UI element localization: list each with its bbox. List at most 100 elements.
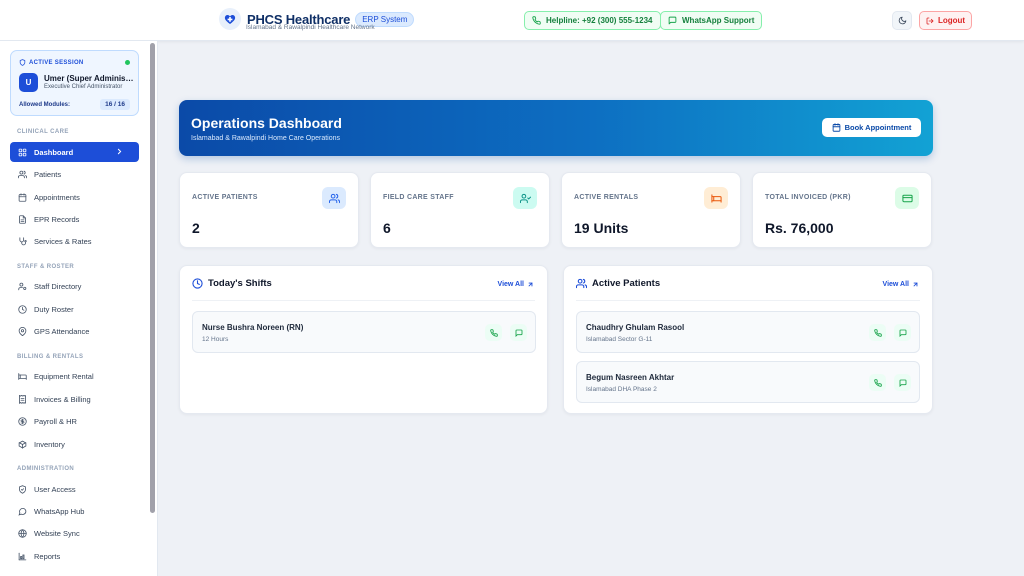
- stat-value: 19 Units: [574, 220, 629, 236]
- stat-label: ACTIVE PATIENTS: [192, 194, 258, 201]
- message-button[interactable]: [894, 374, 911, 391]
- user-check-icon: [513, 187, 537, 209]
- shield-icon: [19, 59, 26, 66]
- users-icon: [322, 187, 346, 209]
- grid-icon: [18, 148, 27, 156]
- patient-row[interactable]: Chaudhry Ghulam Rasool Islamabad Sector …: [576, 311, 920, 353]
- call-button[interactable]: [485, 324, 502, 341]
- phone-icon: [489, 328, 498, 337]
- theme-toggle-button[interactable]: [892, 11, 912, 30]
- patient-name: Chaudhry Ghulam Rasool: [586, 323, 685, 332]
- section-label-staff-roster: STAFF & ROSTER: [17, 264, 75, 270]
- sidebar-item-equipment-rental[interactable]: Equipment Rental: [10, 366, 139, 386]
- file-icon: [19, 214, 26, 224]
- sidebar-item-duty-roster[interactable]: Duty Roster: [10, 299, 139, 319]
- moon-icon: [898, 16, 906, 25]
- panel-title: Active Patients: [592, 278, 661, 289]
- view-all-label: View All: [497, 281, 524, 288]
- panel-title: Today's Shifts: [208, 278, 272, 289]
- arrow-up-right-icon: [913, 282, 918, 287]
- shift-duration: 12 Hours: [202, 336, 229, 343]
- book-appointment-button[interactable]: Book Appointment: [822, 118, 921, 137]
- helpline-button[interactable]: Helpline: +92 (300) 555-1234: [524, 11, 661, 30]
- sidebar-item-label: Equipment Rental: [34, 371, 94, 381]
- arrow-up-right-icon: [528, 282, 533, 287]
- box-icon: [18, 440, 27, 449]
- chat-icon: [668, 16, 677, 25]
- users-icon: [576, 278, 587, 289]
- stat-card-active-rentals[interactable]: ACTIVE RENTALS 19 Units: [561, 172, 741, 248]
- call-button[interactable]: [869, 374, 886, 391]
- top-bar: PHCS Healthcare ERP System Islamabad & R…: [0, 0, 1024, 41]
- allowed-modules-count: 16 / 16: [100, 99, 130, 110]
- chat-icon: [515, 329, 522, 337]
- sidebar-item-label: Services & Rates: [34, 236, 92, 246]
- dollar-icon: [18, 416, 27, 426]
- sidebar-item-whatsapp-hub[interactable]: WhatsApp Hub: [10, 501, 139, 521]
- bed-icon: [704, 187, 728, 209]
- helpline-label: Helpline: +92 (300) 555-1234: [546, 16, 653, 25]
- receipt-icon: [19, 394, 26, 404]
- session-user-role: Executive Chief Administrator: [44, 84, 123, 90]
- sidebar-item-epr-records[interactable]: EPR Records: [10, 209, 139, 229]
- sidebar-item-appointments[interactable]: Appointments: [10, 187, 139, 207]
- active-session-card: ACTIVE SESSION U Umer (Super Administrat…: [10, 50, 139, 116]
- patient-row[interactable]: Begum Nasreen Akhtar Islamabad DHA Phase…: [576, 361, 920, 403]
- medical-logo-icon: [219, 8, 241, 30]
- shifts-view-all-link[interactable]: View All: [498, 281, 534, 288]
- phone-icon: [532, 16, 541, 25]
- message-button[interactable]: [510, 324, 527, 341]
- online-status-dot: [125, 60, 130, 65]
- stat-card-field-care-staff[interactable]: FIELD CARE STAFF 6: [370, 172, 550, 248]
- shift-staff-name: Nurse Bushra Noreen (RN): [202, 323, 304, 332]
- sidebar-item-inventory[interactable]: Inventory: [10, 434, 139, 454]
- session-tag-label: ACTIVE SESSION: [29, 59, 84, 66]
- divider: [192, 300, 535, 301]
- sidebar-item-staff-directory[interactable]: Staff Directory: [10, 276, 139, 296]
- sidebar-item-label: User Access: [34, 484, 76, 494]
- sidebar-item-payroll-hr[interactable]: Payroll & HR: [10, 411, 139, 431]
- chevron-right-icon: [117, 148, 122, 155]
- whatsapp-label: WhatsApp Support: [682, 16, 755, 25]
- sidebar-item-website-sync[interactable]: Website Sync: [10, 523, 139, 543]
- sidebar-item-label: WhatsApp Hub: [34, 506, 85, 516]
- sidebar-item-gps-attendance[interactable]: GPS Attendance: [10, 321, 139, 341]
- sidebar-item-label: Appointments: [34, 192, 80, 202]
- sidebar-item-label: Website Sync: [34, 528, 80, 538]
- chat-icon: [899, 379, 906, 387]
- stat-value: 6: [383, 220, 391, 236]
- phone-icon: [873, 378, 882, 387]
- page-title: Operations Dashboard: [191, 115, 342, 131]
- phone-icon: [873, 328, 882, 337]
- chat-icon: [18, 507, 27, 516]
- sidebar-item-dashboard[interactable]: Dashboard: [10, 142, 139, 162]
- sidebar-item-label: EPR Records: [34, 214, 80, 224]
- operations-hero-banner: Operations Dashboard Islamabad & Rawalpi…: [179, 100, 933, 156]
- stat-card-active-patients[interactable]: ACTIVE PATIENTS 2: [179, 172, 359, 248]
- message-button[interactable]: [894, 324, 911, 341]
- shift-row[interactable]: Nurse Bushra Noreen (RN) 12 Hours: [192, 311, 536, 353]
- sidebar-item-label: Patients: [34, 169, 62, 179]
- sidebar-item-label: Dashboard: [34, 147, 74, 157]
- sidebar-scrollbar[interactable]: [150, 43, 155, 513]
- sidebar-item-patients[interactable]: Patients: [10, 164, 139, 184]
- call-button[interactable]: [869, 324, 886, 341]
- sidebar-item-user-access[interactable]: User Access: [10, 479, 139, 499]
- stat-card-total-invoiced[interactable]: TOTAL INVOICED (PKR) Rs. 76,000: [752, 172, 932, 248]
- users-icon: [18, 170, 27, 178]
- sidebar-item-invoices-billing[interactable]: Invoices & Billing: [10, 389, 139, 409]
- sidebar-item-reports[interactable]: Reports: [10, 546, 139, 566]
- clock-icon: [18, 304, 27, 314]
- logout-button[interactable]: Logout: [919, 11, 972, 30]
- sidebar: ACTIVE SESSION U Umer (Super Administrat…: [0, 41, 158, 576]
- stat-label: ACTIVE RENTALS: [574, 194, 639, 201]
- whatsapp-support-button[interactable]: WhatsApp Support: [660, 11, 763, 30]
- stat-value: Rs. 76,000: [765, 220, 834, 236]
- chat-icon: [899, 329, 906, 337]
- patients-view-all-link[interactable]: View All: [883, 281, 919, 288]
- shield-icon: [19, 484, 26, 494]
- page-subtitle: Islamabad & Rawalpindi Home Care Operati…: [191, 135, 341, 142]
- sidebar-item-services-rates[interactable]: Services & Rates: [10, 231, 139, 251]
- avatar: U: [19, 73, 38, 92]
- session-user-name: Umer (Super Administrator): [44, 74, 134, 83]
